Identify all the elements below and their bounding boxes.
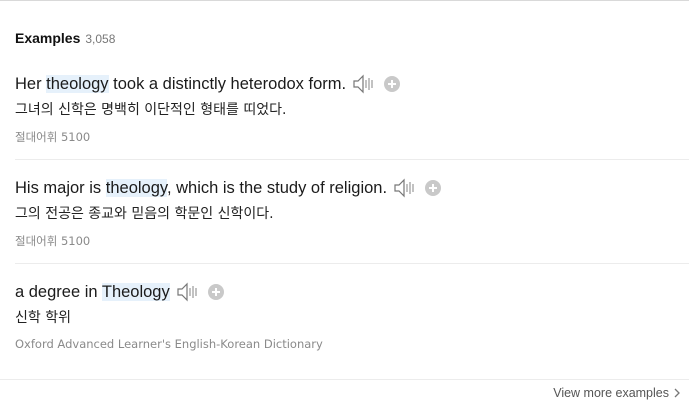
example-item: Her theology took a distinctly heterodox… bbox=[15, 72, 689, 145]
example-source: 절대어휘 5100 bbox=[15, 130, 91, 144]
chevron-right-icon bbox=[674, 388, 680, 398]
sentence-text: , which is the study of religion. bbox=[166, 178, 388, 197]
footer-divider bbox=[0, 379, 689, 380]
section-title: Examples bbox=[15, 30, 81, 46]
sentence-text: His major is bbox=[15, 178, 106, 197]
example-divider bbox=[15, 159, 689, 160]
example-sentence-row: Her theology took a distinctly heterodox… bbox=[15, 72, 689, 96]
highlighted-term[interactable]: theology bbox=[46, 74, 109, 93]
example-divider bbox=[15, 263, 689, 264]
sentence-text: a degree in bbox=[15, 282, 102, 301]
add-to-wordbook-icon[interactable] bbox=[384, 76, 401, 92]
example-sentence: His major is theology, which is the stud… bbox=[15, 178, 388, 198]
example-sentence-row: a degree in Theology bbox=[15, 280, 689, 304]
sentence-text: took a distinctly heterodox form. bbox=[108, 74, 347, 93]
examples-count: 3,058 bbox=[85, 32, 116, 46]
example-translation: 그녀의 신학은 명백히 이단적인 형태를 띠었다. bbox=[15, 102, 287, 118]
example-source: 절대어휘 5100 bbox=[15, 234, 91, 248]
highlighted-term[interactable]: Theology bbox=[101, 282, 170, 301]
example-translation: 그의 전공은 종교와 믿음의 학문인 신학이다. bbox=[15, 206, 274, 222]
examples-header: Examples 3,058 bbox=[15, 30, 115, 46]
example-sentence: Her theology took a distinctly heterodox… bbox=[15, 74, 347, 94]
speaker-icon[interactable] bbox=[176, 282, 200, 302]
example-sentence-row: His major is theology, which is the stud… bbox=[15, 176, 689, 200]
example-source: Oxford Advanced Learner's English-Korean… bbox=[15, 337, 323, 351]
highlighted-term[interactable]: theology bbox=[105, 178, 167, 197]
example-sentence: a degree in Theology bbox=[15, 282, 170, 302]
view-more-label: View more examples bbox=[553, 386, 669, 400]
sentence-text: Her bbox=[15, 74, 47, 93]
example-translation: 신학 학위 bbox=[15, 310, 71, 326]
top-divider bbox=[0, 0, 689, 1]
add-to-wordbook-icon[interactable] bbox=[425, 180, 442, 196]
add-to-wordbook-icon[interactable] bbox=[207, 284, 224, 300]
speaker-icon[interactable] bbox=[393, 178, 417, 198]
view-more-examples-link[interactable]: View more examples bbox=[553, 386, 681, 400]
example-item: a degree in Theology 신학 학위 Oxford Advanc… bbox=[15, 280, 689, 351]
example-item: His major is theology, which is the stud… bbox=[15, 176, 689, 249]
speaker-icon[interactable] bbox=[352, 74, 376, 94]
